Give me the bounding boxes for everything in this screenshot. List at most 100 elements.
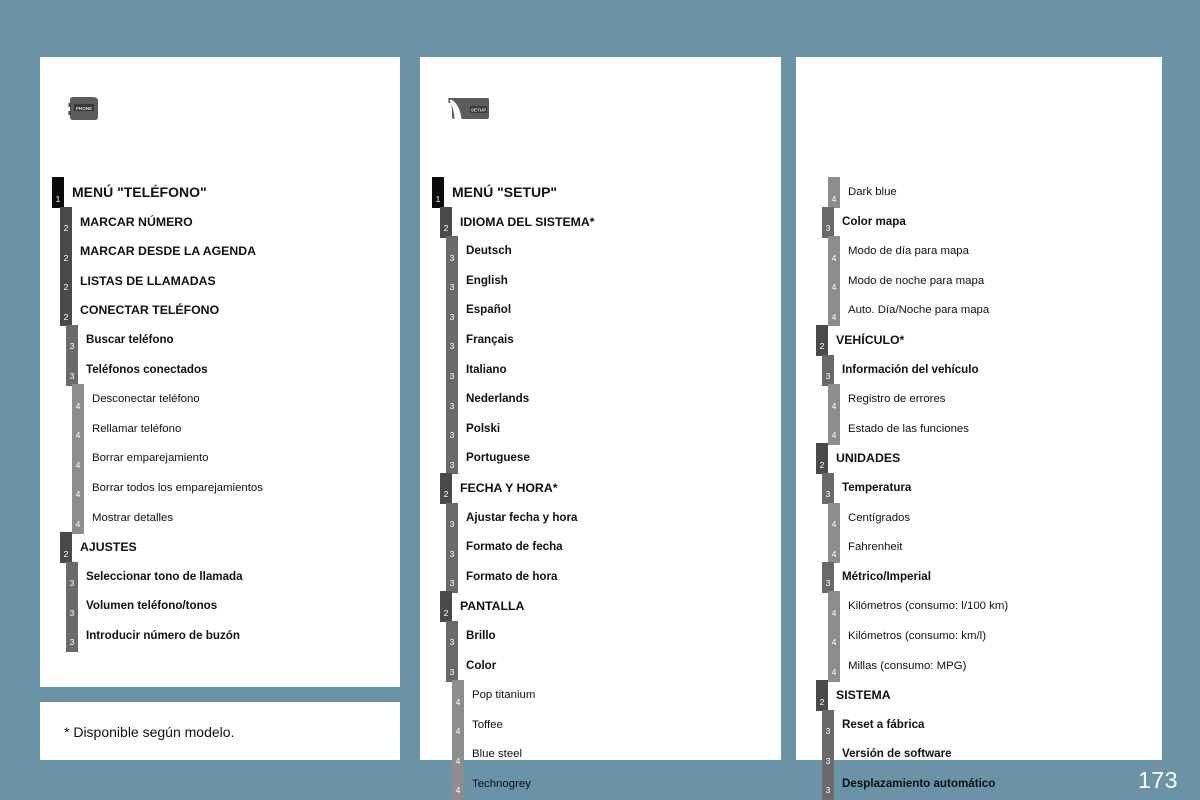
menu-item-label: Polski	[466, 421, 501, 435]
level-badge-2: 2	[440, 206, 452, 238]
menu-item-label: English	[466, 273, 508, 287]
level-badge-1: 1	[52, 177, 64, 208]
menu-item-label: Italiano	[466, 362, 507, 376]
menu-row-informacion-del-vehiculo: 3 Información del vehículo	[796, 354, 1162, 391]
level-badge-3: 3	[66, 354, 78, 386]
menu-item-label: Introducir número de buzón	[86, 628, 240, 642]
level-badge-3: 3	[446, 265, 458, 297]
level-badge-4: 4	[72, 472, 84, 504]
level-badge-3: 3	[446, 620, 458, 652]
setup-menu-continued-panel: 4 Dark blue 3 Color mapa 4 Modo de día para m…	[796, 57, 1162, 800]
menu-row-ajustar-fecha-y-hora: 3 Ajustar fecha y hora	[420, 502, 781, 539]
level-badge-4: 4	[452, 680, 464, 712]
level-badge-2: 2	[60, 295, 72, 327]
menu-row-marcar-numero: 2 MARCAR NÚMERO	[40, 206, 400, 243]
level-badge-2: 2	[60, 532, 72, 564]
menu-item-label: Reset a fábrica	[842, 717, 925, 731]
level-badge-4: 4	[828, 265, 840, 297]
phone-menu-panel: PHONE 1 MENÚ "TELÉFONO" 2 MARCAR NÚMERO 2 MAR…	[40, 57, 400, 687]
menu-row-millas-consumo-mpg: 4 Millas (consumo: MPG)	[796, 650, 1162, 687]
level-badge-3: 3	[446, 561, 458, 593]
menu-row-seleccionar-tono-de-llamada: 3 Seleccionar tono de llamada	[40, 561, 400, 598]
level-badge-3: 3	[822, 739, 834, 771]
level-badge-4: 4	[828, 384, 840, 416]
menu-item-label: Deutsch	[466, 244, 512, 258]
level-badge-4: 4	[72, 502, 84, 534]
menu-item-label: MENÚ "TELÉFONO"	[72, 184, 207, 200]
menu-item-label: Brillo	[466, 628, 496, 642]
menu-item-label: Blue steel	[472, 748, 523, 761]
menu-row-nederlands: 3 Nederlands	[420, 384, 781, 420]
level-badge-2: 2	[816, 680, 828, 712]
menu-row-modo-de-dia-para-mapa: 4 Modo de día para mapa	[796, 236, 1162, 272]
level-badge-4: 4	[72, 413, 84, 445]
menu-row-desplazamiento-automatico: 3 Desplazamiento automático	[796, 768, 1162, 800]
level-badge-2: 2	[440, 591, 452, 623]
menu-item-label: Seleccionar tono de llamada	[86, 569, 243, 583]
menu-item-label: Información del vehículo	[842, 362, 979, 376]
menu-item-label: Ajustar fecha y hora	[466, 510, 578, 524]
menu-row-modo-de-noche-para-mapa: 4 Modo de noche para mapa	[796, 265, 1162, 302]
menu-item-label: Mostrar detalles	[92, 511, 174, 524]
level-badge-3: 3	[446, 443, 458, 475]
menu-row-telefonos-conectados: 3 Teléfonos conectados	[40, 354, 400, 391]
menu-item-label: Millas (consumo: MPG)	[848, 659, 967, 672]
level-badge-2: 2	[816, 443, 828, 475]
manual-page: PHONE 1 MENÚ "TELÉFONO" 2 MARCAR NÚMERO 2 MAR…	[0, 0, 1200, 800]
menu-item-label: MENÚ "SETUP"	[452, 184, 558, 200]
menu-row-marcar-desde-la-agenda: 2 MARCAR DESDE LA AGENDA	[40, 236, 400, 272]
menu-item-label: Registro de errores	[848, 393, 946, 406]
menu-row-brillo: 3 Brillo	[420, 620, 781, 657]
menu-row-rellamar-telefono: 4 Rellamar teléfono	[40, 413, 400, 450]
level-badge-1: 1	[432, 177, 444, 208]
menu-row-registro-de-errores: 4 Registro de errores	[796, 384, 1162, 420]
level-badge-4: 4	[828, 502, 840, 534]
footnote-text: * Disponible según modelo.	[64, 724, 235, 740]
level-badge-3: 3	[822, 354, 834, 386]
menu-item-label: Buscar teléfono	[86, 332, 174, 346]
level-badge-4: 4	[72, 384, 84, 416]
menu-row-english: 3 English	[420, 265, 781, 302]
menu-item-label: Centígrados	[848, 511, 911, 524]
menu-item-label: Formato de hora	[466, 569, 558, 583]
menu-item-label: MARCAR DESDE LA AGENDA	[80, 244, 257, 259]
menu-row-auto-dia-noche-para-mapa: 4 Auto. Día/Noche para mapa	[796, 295, 1162, 331]
menu-row-volumen-telefono-tonos: 3 Volumen teléfono/tonos	[40, 591, 400, 627]
menu-item-label: Desplazamiento automático	[842, 776, 996, 790]
menu-item-label: Français	[466, 332, 514, 346]
level-badge-4: 4	[828, 236, 840, 268]
menu-row-vehiculo: 2 VEHÍCULO*	[796, 324, 1162, 361]
menu-row-dark-blue: 4 Dark blue	[796, 177, 1162, 213]
menu-item-label: Temperatura	[842, 480, 912, 494]
menu-row-kilometros-consumo-km-l: 4 Kilómetros (consumo: km/l)	[796, 620, 1162, 657]
menu-row-italiano: 3 Italiano	[420, 354, 781, 391]
menu-item-label: VEHÍCULO*	[836, 332, 905, 347]
menu-row-borrar-emparejamiento: 4 Borrar emparejamiento	[40, 443, 400, 479]
setup-menu-continued-tree: 4 Dark blue 3 Color mapa 4 Modo de día para m…	[796, 177, 1162, 800]
level-badge-2: 2	[440, 472, 452, 504]
menu-row-buscar-telefono: 3 Buscar teléfono	[40, 324, 400, 361]
menu-row-borrar-todos-los-emparejamientos: 4 Borrar todos los emparejamientos	[40, 472, 400, 509]
menu-item-label: Modo de día para mapa	[848, 245, 969, 258]
menu-item-label: IDIOMA DEL SISTEMA*	[460, 214, 595, 229]
phone-button-icon: PHONE	[68, 95, 102, 127]
menu-row-toffee: 4 Toffee	[420, 709, 781, 746]
menu-row-color: 3 Color	[420, 650, 781, 687]
menu-row-color-mapa: 3 Color mapa	[796, 206, 1162, 243]
page-number: 173	[1138, 767, 1178, 793]
level-badge-4: 4	[828, 650, 840, 682]
level-badge-3: 3	[446, 532, 458, 564]
level-badge-3: 3	[446, 384, 458, 416]
menu-item-label: Auto. Día/Noche para mapa	[848, 304, 990, 317]
menu-row-version-de-software: 3 Versión de software	[796, 739, 1162, 775]
level-badge-3: 3	[822, 709, 834, 741]
menu-row-fecha-y-hora: 2 FECHA Y HORA*	[420, 472, 781, 509]
menu-row-blue-steel: 4 Blue steel	[420, 739, 781, 775]
level-badge-4: 4	[828, 591, 840, 623]
menu-item-label: Rellamar teléfono	[92, 422, 182, 435]
menu-row-conectar-telefono: 2 CONECTAR TELÉFONO	[40, 295, 400, 331]
menu-row-fahrenheit: 4 Fahrenheit	[796, 532, 1162, 568]
level-badge-4: 4	[452, 709, 464, 741]
menu-item-label: Color	[466, 658, 497, 672]
setup-button-icon: SETUP	[448, 95, 492, 127]
